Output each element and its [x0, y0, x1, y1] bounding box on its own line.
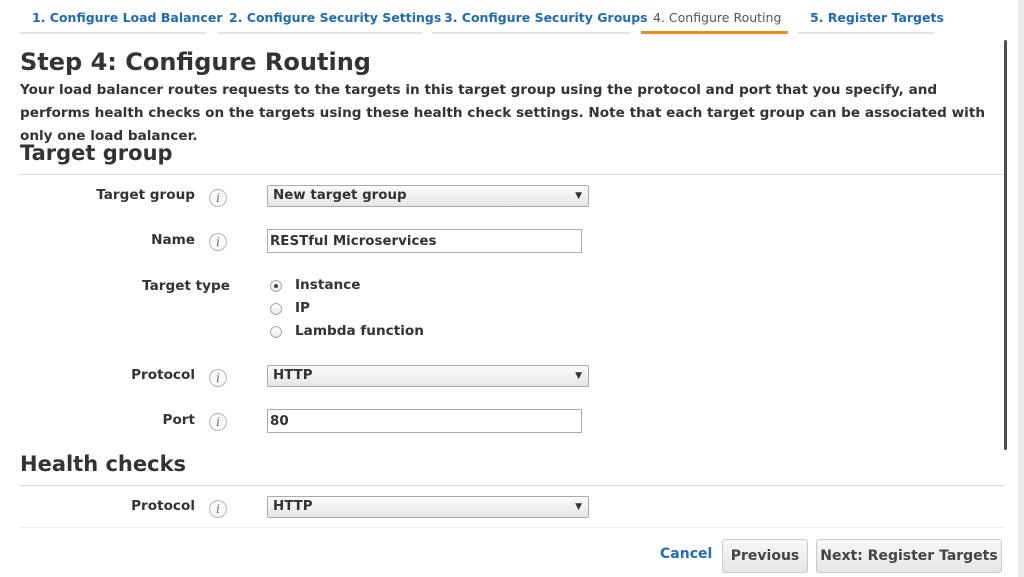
scrollbar[interactable]: [1004, 40, 1007, 450]
page-title: Step 4: Configure Routing: [20, 48, 371, 76]
window-edge: [1018, 0, 1024, 577]
protocol-select[interactable]: HTTP ▼: [267, 365, 589, 387]
port-label: Port: [162, 412, 195, 428]
info-icon[interactable]: i: [209, 369, 227, 387]
tab-configure-routing[interactable]: 4. Configure Routing: [641, 0, 788, 34]
next-register-targets-button[interactable]: Next: Register Targets: [816, 539, 1002, 573]
health-check-protocol-value: HTTP: [273, 499, 313, 514]
target-group-select-value: New target group: [273, 188, 407, 203]
radio-button[interactable]: [270, 326, 282, 338]
chevron-down-icon: ▼: [575, 371, 582, 381]
radio-label-ip: IP: [295, 300, 311, 316]
radio-label-lambda-function: Lambda function: [295, 323, 424, 339]
tab-configure-load-balancer[interactable]: 1. Configure Load Balancer: [20, 0, 223, 34]
health-check-protocol-label: Protocol: [131, 498, 195, 514]
section-heading-target-group: Target group: [20, 141, 173, 165]
info-icon[interactable]: i: [209, 189, 227, 207]
name-label: Name: [151, 232, 195, 248]
section-divider: [20, 174, 1004, 175]
port-field[interactable]: [267, 409, 582, 433]
radio-button-selected[interactable]: [270, 280, 282, 292]
section-divider: [20, 485, 1004, 486]
tab-configure-security-groups[interactable]: 3. Configure Security Groups: [432, 0, 648, 34]
health-check-protocol-select[interactable]: HTTP ▼: [267, 496, 589, 518]
target-group-select[interactable]: New target group ▼: [267, 185, 589, 207]
protocol-select-value: HTTP: [273, 368, 313, 383]
footer-divider: [20, 527, 1004, 528]
previous-button[interactable]: Previous: [722, 539, 808, 573]
page-description: Your load balancer routes requests to th…: [20, 82, 985, 144]
protocol-label: Protocol: [131, 367, 195, 383]
section-heading-health-checks: Health checks: [20, 452, 187, 476]
tab-configure-security-settings[interactable]: 2. Configure Security Settings: [217, 0, 441, 34]
chevron-down-icon: ▼: [575, 191, 582, 201]
wizard-steps: 1. Configure Load Balancer 2. Configure …: [0, 0, 1024, 36]
info-icon[interactable]: i: [209, 233, 227, 251]
info-icon[interactable]: i: [209, 413, 227, 431]
radio-button[interactable]: [270, 303, 282, 315]
info-icon[interactable]: i: [209, 500, 227, 518]
target-type-label: Target type: [142, 278, 230, 294]
target-group-label: Target group: [96, 187, 195, 203]
name-field[interactable]: [267, 229, 582, 253]
radio-label-instance: Instance: [295, 277, 361, 293]
cancel-link[interactable]: Cancel: [660, 546, 712, 562]
tab-register-targets[interactable]: 5. Register Targets: [798, 0, 944, 34]
chevron-down-icon: ▼: [575, 502, 582, 512]
